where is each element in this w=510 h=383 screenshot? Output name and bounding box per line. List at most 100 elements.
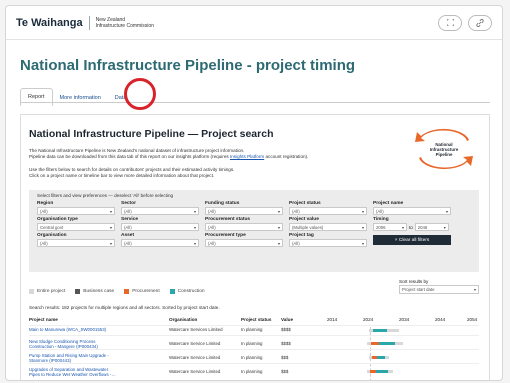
link-icon[interactable] xyxy=(468,14,492,31)
chevron-down-icon: ▾ xyxy=(443,224,446,230)
project-value-select[interactable]: (Multiple values) ▾ xyxy=(289,223,367,231)
filters-title: Select filters and view preferences — de… xyxy=(37,193,174,198)
chevron-down-icon: ▾ xyxy=(277,208,280,214)
project-name-link[interactable]: Upgrades of Separation and Wastewater Pip… xyxy=(29,367,139,377)
sort-control: Sort results by Project start date ▾ xyxy=(399,279,479,294)
timeline-legend: Entire project Business case Procurement… xyxy=(29,289,205,294)
status-cell: In planning xyxy=(241,355,263,360)
brand-name[interactable]: Te Waihanga xyxy=(16,17,83,29)
chevron-down-icon: ▾ xyxy=(277,224,280,230)
instruction-text: Use the filters below to search for deta… xyxy=(29,167,359,179)
timeline-bar-construction[interactable] xyxy=(376,370,388,373)
chevron-down-icon: ▾ xyxy=(193,208,196,214)
organisation-select[interactable]: (All) ▾ xyxy=(37,239,115,247)
chevron-down-icon: ▾ xyxy=(361,224,364,230)
funding-status-select[interactable]: (All) ▾ xyxy=(205,207,283,215)
asset-select[interactable]: (All) ▾ xyxy=(121,239,199,247)
filter-project-status: Project status (All) ▾ xyxy=(289,201,367,215)
intro-line-2a: Pipeline data can be downloaded from thi… xyxy=(29,154,229,159)
service-select[interactable]: (All) ▾ xyxy=(121,223,199,231)
select-value: (Multiple values) xyxy=(292,224,324,230)
timeline-bar-procurement[interactable] xyxy=(371,342,379,345)
chevron-down-icon: ▾ xyxy=(193,224,196,230)
project-status-select[interactable]: (All) ▾ xyxy=(289,207,367,215)
filter-row-2: Organisation type Central govt ▾ Service … xyxy=(37,217,471,231)
legend-label: Procurement xyxy=(132,289,160,294)
select-value: (All) xyxy=(208,240,216,246)
procurement-type-select[interactable]: (All) ▾ xyxy=(205,239,283,247)
timing-to-select[interactable]: 2046 ▾ xyxy=(414,223,449,231)
timing-range: 2006 ▾ to 2046 ▾ xyxy=(373,223,451,231)
project-name-select[interactable]: (All) ▾ xyxy=(373,207,451,215)
timing-from-select[interactable]: 2006 ▾ xyxy=(373,223,407,231)
brand-divider xyxy=(88,15,90,30)
filter-row-1: Region (All) ▾ Sector (All) ▾ Funding stat… xyxy=(37,201,471,215)
legend-entire-project: Entire project xyxy=(29,289,65,294)
filter-label: Sector xyxy=(121,201,136,206)
tab-divider xyxy=(20,102,490,103)
filter-label: Procurement type xyxy=(205,233,246,238)
chevron-down-icon: ▾ xyxy=(277,240,280,246)
procurement-status-select[interactable]: (All) ▾ xyxy=(205,223,283,231)
value-cell: $$$ xyxy=(281,369,289,374)
name-line-2: Pipes to Reduce Wet Weather Overflows -… xyxy=(29,372,116,377)
table-row[interactable]: New Sludge Conditioning Process Construct… xyxy=(29,335,479,349)
filter-sector: Sector (All) ▾ xyxy=(121,201,199,215)
timeline-bar-construction[interactable] xyxy=(379,342,395,345)
filter-label: Timing xyxy=(373,217,389,222)
select-value: (All) xyxy=(124,208,132,214)
timeline-bar-construction[interactable] xyxy=(373,329,387,332)
filter-organisation: Organisation (All) ▾ xyxy=(37,233,115,247)
select-value: (All) xyxy=(208,224,216,230)
chevron-down-icon: ▾ xyxy=(445,208,448,214)
organisation-type-select[interactable]: Central govt ▾ xyxy=(37,223,115,231)
sector-select[interactable]: (All) ▾ xyxy=(121,207,199,215)
project-tag-select[interactable]: (All) ▾ xyxy=(289,239,367,247)
status-cell: In planning xyxy=(241,369,263,374)
filter-funding-status: Funding status (All) ▾ xyxy=(205,201,283,215)
filter-label: Organisation xyxy=(37,233,67,238)
filters-panel: Select filters and view preferences — de… xyxy=(29,190,479,272)
insights-platform-link[interactable]: Insights Platform xyxy=(230,154,264,159)
table-row[interactable]: Upgrades of Separation and Wastewater Pip… xyxy=(29,363,479,377)
header-project-name: Project name xyxy=(29,317,58,322)
value-cell: $$$$ xyxy=(281,341,291,346)
project-name-link[interactable]: New Sludge Conditioning Process Construct… xyxy=(29,339,139,349)
intro-line-2b: account registration). xyxy=(265,154,309,159)
project-name-link[interactable]: Main to Manurewa (WCA_SW0001553) xyxy=(29,327,139,332)
report-tabs: Report More information Data xyxy=(20,88,133,106)
table-row[interactable]: Pump Station and Rising Main Upgrade - St… xyxy=(29,349,479,363)
legend-label: Entire project xyxy=(37,289,66,294)
timeline-bar-construction[interactable] xyxy=(377,356,385,359)
clear-all-filters-button[interactable]: × Clear all filters xyxy=(373,235,451,245)
region-select[interactable]: (All) ▾ xyxy=(37,207,115,215)
select-value: (All) xyxy=(124,224,132,230)
tab-more-information[interactable]: More information xyxy=(53,90,108,106)
legend-label: Business case xyxy=(83,289,115,294)
top-bar: Te Waihanga New Zealand Infrastructure C… xyxy=(6,6,502,40)
expand-icon[interactable] xyxy=(438,14,462,31)
legend-procurement: Procurement xyxy=(124,289,160,294)
organisation-cell: Watercare Service Limited xyxy=(169,355,221,360)
sort-select[interactable]: Project start date ▾ xyxy=(399,285,479,294)
select-value: Project start date xyxy=(402,287,435,292)
filter-label: Project status xyxy=(289,201,321,206)
year-label: 2044 xyxy=(435,317,446,322)
table-row[interactable]: Main to Manurewa (WCA_SW0001553) Waterca… xyxy=(29,325,479,335)
chevron-down-icon: ▾ xyxy=(361,240,364,246)
legend-construction: Construction xyxy=(169,289,205,294)
filter-organisation-type: Organisation type Central govt ▾ xyxy=(37,217,115,231)
project-name-link[interactable]: Pump Station and Rising Main Upgrade - St… xyxy=(29,353,139,363)
legend-swatch xyxy=(29,289,34,294)
legend-swatch xyxy=(75,289,81,294)
timing-to-label: to xyxy=(409,224,413,230)
select-value: (All) xyxy=(124,240,132,246)
tab-report[interactable]: Report xyxy=(20,88,53,106)
intro-text: The National Infrastructure Pipeline is … xyxy=(29,148,359,160)
page-title: National Infrastructure Pipeline - proje… xyxy=(20,57,356,74)
header-value: Value xyxy=(281,317,294,322)
filter-timing: Timing 2006 ▾ to 2046 ▾ xyxy=(373,217,451,231)
pipeline-logo: National Infrastructure Pipeline xyxy=(415,128,473,170)
organisation-cell: Watercare Service Limited xyxy=(169,341,221,346)
chevron-down-icon: ▾ xyxy=(109,208,112,214)
